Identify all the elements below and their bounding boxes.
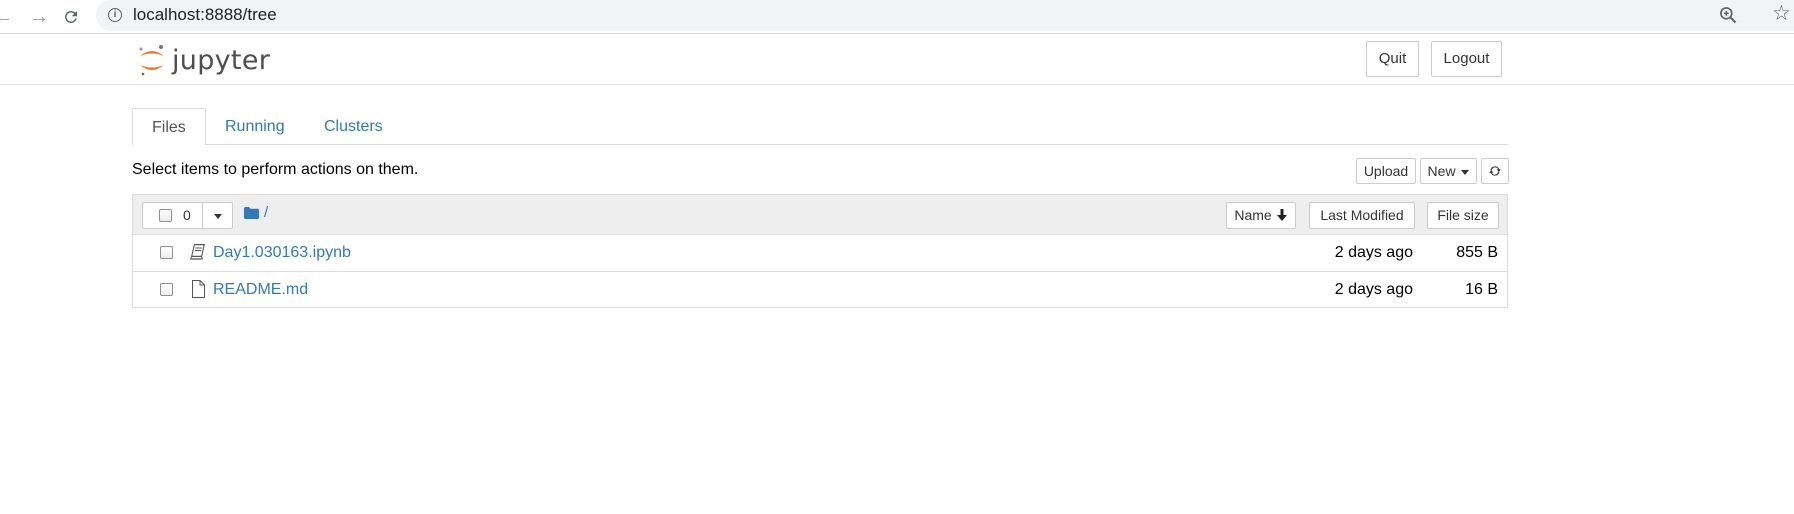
file-icon [192,280,205,298]
file-modified: 2 days ago [1334,281,1413,298]
browser-toolbar: ← → i localhost:8888/tree ☆ [0,0,1794,34]
select-all-group: 0 [142,202,233,229]
caret-down-icon [1461,169,1470,175]
tab-running[interactable]: Running [206,108,304,145]
arrow-down-icon [1276,209,1287,221]
forward-arrow-icon[interactable]: → [28,6,50,28]
breadcrumb-root[interactable]: / [264,204,268,221]
folder-icon[interactable] [244,207,259,219]
sort-modified-button[interactable]: Last Modified [1309,202,1415,229]
back-arrow-icon[interactable]: ← [0,6,14,28]
selection-hint: Select items to perform actions on them. [132,161,419,178]
file-list: 0 / Name Last Modified File size Day1.03… [132,194,1508,308]
file-name-link[interactable]: README.md [213,281,308,299]
list-item[interactable]: Day1.030163.ipynb 2 days ago 855 B [133,235,1507,272]
info-icon[interactable]: i [108,8,122,22]
url-text[interactable]: localhost:8888/tree [133,5,277,25]
new-dropdown-button[interactable]: New [1420,158,1477,184]
select-all-checkbox[interactable] [159,209,172,222]
list-item[interactable]: README.md 2 days ago 16 B [133,272,1507,309]
sort-size-button[interactable]: File size [1427,202,1499,229]
logout-button[interactable]: Logout [1431,41,1502,77]
item-checkbox[interactable] [160,246,173,259]
selected-count: 0 [183,207,191,223]
file-modified: 2 days ago [1334,244,1413,261]
jupyter-logo-icon [139,45,164,76]
bookmark-star-icon[interactable]: ☆ [1772,3,1794,25]
sort-name-button[interactable]: Name [1226,202,1296,229]
file-name-link[interactable]: Day1.030163.ipynb [213,244,351,262]
reload-icon[interactable] [60,6,82,28]
sort-name-label: Name [1234,207,1272,223]
upload-button[interactable]: Upload [1356,158,1416,184]
file-size: 16 B [1465,281,1498,298]
quit-button[interactable]: Quit [1366,41,1419,77]
jupyter-header: jupyter Quit Logout [0,35,1794,85]
tab-bar: Files Running Clusters [132,108,1508,146]
notebook-icon [190,244,205,260]
refresh-button[interactable] [1481,158,1509,184]
refresh-icon [1489,166,1501,176]
zoom-icon[interactable] [1718,5,1740,27]
logo-text: jupyter [172,44,271,76]
new-label: New [1427,163,1456,179]
file-size: 855 B [1456,244,1498,261]
list-header: 0 / Name Last Modified File size [133,195,1507,235]
select-all-button[interactable]: 0 [143,203,203,228]
tab-clusters[interactable]: Clusters [305,108,402,145]
item-checkbox[interactable] [160,283,173,296]
select-dropdown-caret-icon[interactable] [214,214,222,219]
tab-files[interactable]: Files [132,108,206,146]
jupyter-logo[interactable]: jupyter [138,43,270,77]
address-bar[interactable]: i localhost:8888/tree ☆ [96,0,1794,31]
